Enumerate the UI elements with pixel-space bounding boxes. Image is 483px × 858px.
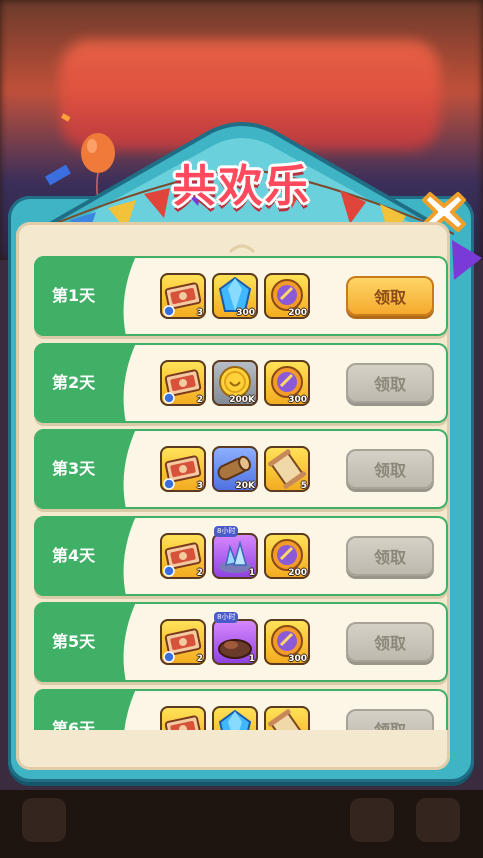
reward-quantity: 300 (288, 394, 307, 405)
reward-quantity: 3 (196, 308, 203, 318)
reward-quantity: 1 (248, 567, 255, 578)
reward-quantity: 3 (196, 481, 203, 491)
claim-button[interactable]: 领取 (346, 362, 434, 403)
day-row: 第3天 3 20K 5 领取 (34, 429, 448, 509)
reward-quantity: 20K (235, 481, 256, 491)
modal-title: 共欢乐 (172, 161, 311, 212)
claim-button[interactable]: 领取 (346, 708, 434, 730)
day-label: 第3天 (52, 459, 96, 478)
reward-quantity: 200 (288, 308, 307, 318)
reward-item[interactable] (160, 705, 206, 730)
bottom-bar (0, 790, 483, 858)
reward-item[interactable]: 200K (212, 359, 258, 406)
reward-item[interactable]: 2 (160, 359, 206, 406)
reward-item[interactable]: 200 (264, 273, 310, 319)
reward-quantity: 300 (288, 654, 307, 664)
reward-quantity: 2 (196, 654, 203, 664)
reward-quantity: 2 (196, 394, 203, 405)
claim-button[interactable]: 领取 (346, 535, 434, 576)
reward-quantity: 2 (196, 567, 203, 578)
claim-button[interactable]: 领取 (346, 622, 434, 662)
day-row: 第5天 2 8小时 1 300 领取 (34, 602, 448, 682)
reward-quantity: 300 (236, 308, 255, 318)
day-label: 第4天 (52, 545, 96, 565)
reward-item[interactable] (212, 705, 258, 730)
day-label: 第5天 (52, 632, 96, 651)
reward-quantity: 200K (229, 394, 255, 405)
day-row: 第4天 2 8小时 1 200 领取 (34, 515, 448, 596)
reward-item[interactable]: 300 (212, 273, 258, 319)
claim-button[interactable]: 领取 (346, 449, 434, 489)
reward-item[interactable]: 300 (264, 619, 310, 665)
reward-quantity: 5 (300, 481, 307, 491)
day-row: 第2天 2 200K 300 领取 (34, 342, 448, 423)
reward-item[interactable]: 2 (160, 532, 206, 579)
reward-item[interactable]: 5 (264, 446, 310, 492)
reward-item[interactable]: 3 (160, 446, 206, 492)
reward-item[interactable]: 200 (264, 532, 310, 579)
day-label: 第6天 (52, 718, 96, 731)
reward-quantity: 1 (248, 654, 255, 664)
pennant-decoration (452, 240, 482, 280)
reward-item[interactable]: 300 (264, 359, 310, 406)
reward-item[interactable]: 3 (160, 273, 206, 319)
bottom-bar-icon (350, 798, 394, 842)
reward-item[interactable]: 8小时 1 (212, 612, 258, 665)
day-label: 第1天 (52, 286, 96, 305)
reward-item[interactable] (264, 705, 310, 730)
claim-button[interactable]: 领取 (346, 276, 434, 316)
day-row: 第6天 领取 (34, 688, 448, 731)
day-row: 第1天 3 300 200 领取 (34, 256, 448, 336)
reward-item[interactable]: 20K (212, 446, 258, 492)
day-label: 第2天 (52, 372, 96, 392)
reward-item[interactable]: 2 (160, 619, 206, 665)
reward-list[interactable]: 第1天 3 300 200 领取 第2天 2 200K 300 领取 第3天 3 20K 5 领取 第4天 2 8… (32, 252, 450, 730)
bottom-bar-icon (416, 798, 460, 842)
duration-tag: 8小时 (214, 612, 239, 623)
bottom-bar-icon (22, 798, 66, 842)
reward-item[interactable]: 8小时 1 (212, 525, 258, 579)
reward-quantity: 200 (288, 567, 307, 578)
duration-tag: 8小时 (214, 525, 239, 537)
